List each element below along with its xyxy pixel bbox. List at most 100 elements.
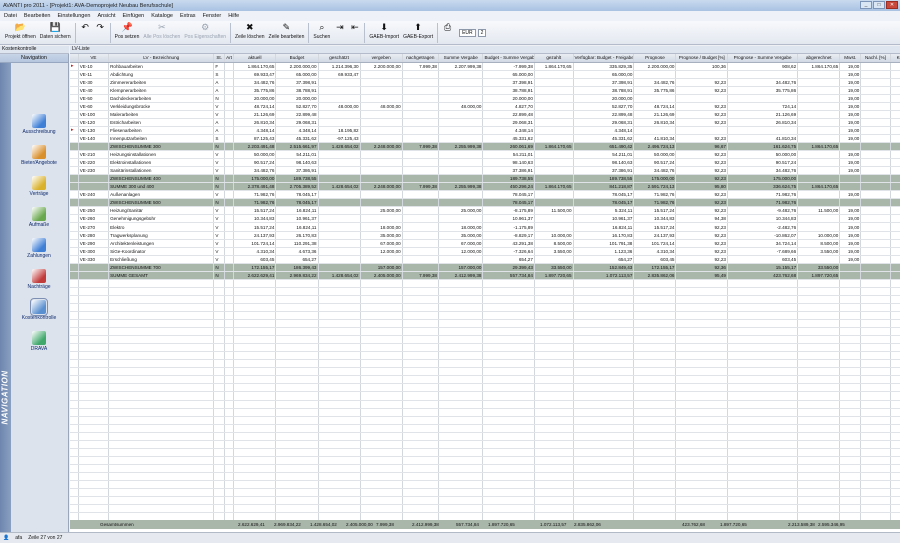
cell-kum-fr[interactable] bbox=[890, 110, 900, 119]
cell-prognose-budget[interactable]: 92,23 bbox=[675, 247, 728, 256]
cell-verfügbar-budget-freigabe[interactable]: 38.788,91 bbox=[573, 86, 635, 95]
cell-gezahlt[interactable]: 1.864.170,65 bbox=[534, 142, 574, 152]
cell-aktuell[interactable]: 603,45 bbox=[233, 255, 277, 264]
cell-vergeben[interactable]: 2.248.000,00 bbox=[360, 182, 403, 192]
cell-prognose[interactable]: 15.517,24 bbox=[633, 206, 677, 216]
column-header-gezahlt[interactable]: gezahlt bbox=[534, 54, 574, 63]
cell-art[interactable] bbox=[224, 110, 235, 119]
table-row[interactable]: VE-240 Außenanlagen V 71.982,76 78.045,17 78.… bbox=[70, 190, 900, 200]
cell-st[interactable]: V bbox=[213, 222, 225, 232]
column-header-prognose[interactable]: Prognose bbox=[633, 54, 677, 63]
cell-art[interactable] bbox=[224, 263, 235, 272]
cell-mwst[interactable]: 19,00 bbox=[839, 206, 862, 216]
cell-budget[interactable]: 186.399,43 bbox=[275, 263, 319, 272]
nav-item-ausschreibung[interactable]: Ausschreibung bbox=[13, 114, 65, 135]
cell-st[interactable]: V bbox=[213, 214, 225, 224]
cell-aktuell[interactable]: 20.000,00 bbox=[233, 94, 277, 103]
cell-ve[interactable] bbox=[78, 263, 110, 272]
cell-aktuell[interactable]: 24.137,93 bbox=[233, 231, 277, 240]
cell-lv-bezeichnung[interactable]: SUMME GESAMT bbox=[108, 271, 215, 280]
cell-mwst[interactable] bbox=[839, 142, 862, 152]
subtotal-row[interactable]: SUMME 300 und 400 N 2.378.491,48 2.705.389,… bbox=[70, 182, 900, 192]
cell-vergeben[interactable] bbox=[360, 94, 403, 103]
outdent-button[interactable]: ⇤ bbox=[347, 21, 362, 44]
cell-nachgetragen[interactable] bbox=[402, 263, 439, 272]
cell-mwst[interactable]: 19,00 bbox=[839, 231, 862, 240]
cell-nachl[interactable] bbox=[860, 222, 891, 232]
cell-st[interactable]: N bbox=[213, 271, 225, 280]
cell-lv-bezeichnung[interactable]: Tragwerksplanung bbox=[108, 231, 215, 240]
cell-vergeben[interactable] bbox=[360, 174, 403, 184]
cell-mwst[interactable]: 19,00 bbox=[839, 126, 862, 135]
cell-vergeben[interactable] bbox=[360, 255, 403, 264]
cell-aktuell[interactable]: 50.000,00 bbox=[233, 150, 277, 160]
cell-verfügbar-budget-freigabe[interactable]: 22.899,48 bbox=[573, 110, 635, 119]
cell-budget-summe-vergabe[interactable]: -1.175,89 bbox=[482, 222, 535, 232]
cell-st[interactable]: V bbox=[213, 102, 225, 111]
cell-lv-bezeichnung[interactable]: ZWISCHENSUMME 500 bbox=[108, 198, 215, 208]
cell-prognose-budget[interactable]: 96,67 bbox=[675, 142, 728, 152]
cell-nachgetragen[interactable]: 7.999,38 bbox=[402, 142, 439, 152]
cell-prognose[interactable]: 35.775,86 bbox=[633, 86, 677, 95]
cell-lv-bezeichnung[interactable]: Genehmigungsgebühr bbox=[108, 214, 215, 224]
cell-geschätzt[interactable] bbox=[318, 247, 361, 256]
cell-prognose-budget[interactable]: 94,38 bbox=[675, 214, 728, 224]
cell-verfügbar-budget-freigabe[interactable]: 45.331,62 bbox=[573, 134, 635, 144]
cell-st[interactable]: V bbox=[213, 247, 225, 256]
cell-st[interactable]: N bbox=[213, 142, 225, 152]
cell-art[interactable] bbox=[224, 102, 235, 111]
cell-gezahlt[interactable] bbox=[534, 86, 574, 95]
maximize-button[interactable]: □ bbox=[873, 1, 885, 9]
cell-gezahlt[interactable] bbox=[534, 166, 574, 176]
cell-verfügbar-budget-freigabe[interactable]: 16.824,11 bbox=[573, 222, 635, 232]
cell-vergeben[interactable] bbox=[360, 158, 403, 168]
cell-prognose-summe-vergabe[interactable]: 34.482,76 bbox=[727, 166, 799, 176]
cell-budget-summe-vergabe[interactable]: 450.296,24 bbox=[482, 182, 535, 192]
cell-ve[interactable]: VE-270 bbox=[78, 222, 110, 232]
cell-nachgetragen[interactable] bbox=[402, 166, 439, 176]
cell-vergeben[interactable]: 12.000,00 bbox=[360, 247, 403, 256]
cell-ve[interactable]: VE-210 bbox=[78, 150, 110, 160]
cell-abgerechnet[interactable] bbox=[797, 166, 841, 176]
cell-st[interactable]: A bbox=[213, 86, 225, 95]
cell-budget[interactable]: 65.000,00 bbox=[275, 70, 319, 79]
cell-nachgetragen[interactable]: 7.999,38 bbox=[402, 271, 439, 280]
cell-nachl[interactable] bbox=[860, 255, 891, 264]
cell-kum-fr[interactable] bbox=[890, 158, 900, 168]
cell-prognose-budget[interactable]: 92,23 bbox=[675, 198, 728, 208]
cell-nachgetragen[interactable] bbox=[402, 190, 439, 200]
cell-summe-vergabe[interactable] bbox=[438, 70, 484, 79]
cell-nachl[interactable] bbox=[860, 198, 891, 208]
table-row[interactable]: VE-40 Klempnerarbeiten A 35.775,86 38.788,91… bbox=[70, 86, 900, 95]
cell-mwst[interactable]: 19,00 bbox=[839, 134, 862, 144]
cell-mwst[interactable]: 19,00 bbox=[839, 239, 862, 248]
cell-prognose-summe-vergabe[interactable]: 34.482,76 bbox=[727, 78, 799, 87]
cell-summe-vergabe[interactable]: 2.255.999,38 bbox=[438, 182, 484, 192]
cell-geschätzt[interactable] bbox=[318, 78, 361, 87]
cell-ve[interactable]: VE-240 bbox=[78, 190, 110, 200]
cell-vergeben[interactable] bbox=[360, 86, 403, 95]
cell-prognose-summe-vergabe[interactable]: 175.000,00 bbox=[727, 174, 799, 184]
cell-vergeben[interactable] bbox=[360, 70, 403, 79]
nav-item-verträge[interactable]: Verträge bbox=[13, 176, 65, 197]
cell-abgerechnet[interactable]: 10.000,00 bbox=[797, 231, 841, 240]
cell-art[interactable] bbox=[224, 222, 235, 232]
cell-st[interactable]: N bbox=[213, 263, 225, 272]
cell-summe-vergabe[interactable]: 2.255.999,38 bbox=[438, 142, 484, 152]
cell-summe-vergabe[interactable]: 2.412.999,38 bbox=[438, 271, 484, 280]
cell-prognose[interactable]: 26.810,34 bbox=[633, 118, 677, 127]
cell-prognose-summe-vergabe[interactable]: 161.624,75 bbox=[727, 142, 799, 152]
cell-kum-fr[interactable] bbox=[890, 222, 900, 232]
cell-nachl[interactable] bbox=[860, 150, 891, 160]
cell-verfügbar-budget-freigabe[interactable]: 1.072.113,57 bbox=[573, 271, 635, 280]
cell-verfügbar-budget-freigabe[interactable]: 841.218,87 bbox=[573, 182, 635, 192]
cell-nachl[interactable] bbox=[860, 70, 891, 79]
decimals-select[interactable]: 2 bbox=[477, 29, 487, 37]
cell-gezahlt[interactable]: 8.500,00 bbox=[534, 239, 574, 248]
cell-gezahlt[interactable] bbox=[534, 222, 574, 232]
table-row[interactable]: VE-220 Elektroinstallationen V 90.517,24 98.… bbox=[70, 158, 900, 168]
cell-prognose-summe-vergabe[interactable]: 10.344,83 bbox=[727, 214, 799, 224]
cell-abgerechnet[interactable] bbox=[797, 158, 841, 168]
cell-prognose[interactable]: 24.137,93 bbox=[633, 231, 677, 240]
cell-vergeben[interactable]: 2.248.000,00 bbox=[360, 142, 403, 152]
